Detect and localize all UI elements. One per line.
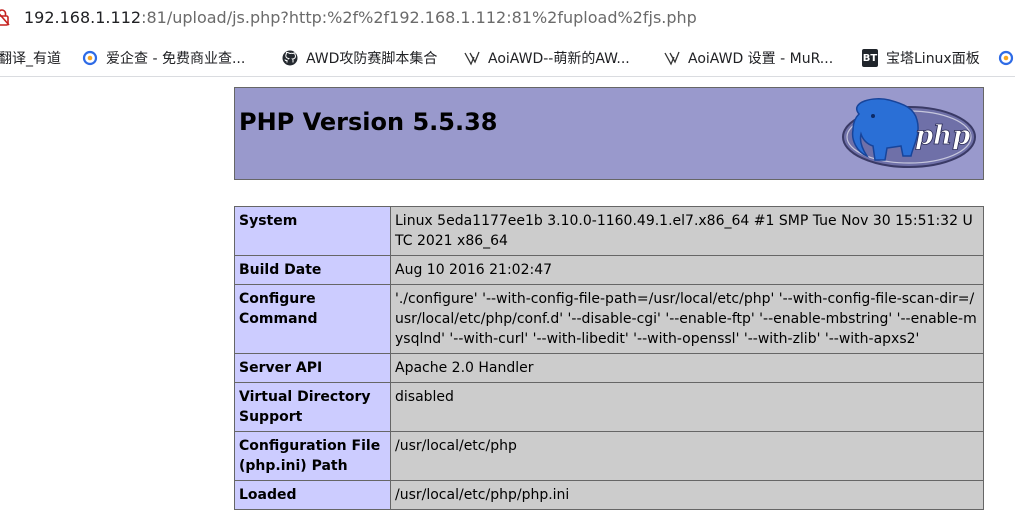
url-host: 192.168.1.112 — [24, 8, 142, 27]
url-path: :81/upload/js.php?http:%2f%2f192.168.1.1… — [141, 8, 697, 27]
bt-icon: BT — [862, 49, 878, 67]
bookmark-awd-scripts[interactable]: AWD攻防赛脚本集合 — [282, 40, 437, 76]
table-row: Virtual Directory Support disabled — [234, 382, 984, 432]
table-row: Configuration File (php.ini) Path /usr/l… — [234, 431, 984, 481]
row-key: Configuration File (php.ini) Path — [234, 431, 391, 481]
aiqicha-icon — [82, 50, 98, 66]
address-bar[interactable]: 192.168.1.112:81/upload/js.php?http:%2f%… — [0, 0, 1015, 36]
row-key: Build Date — [234, 255, 391, 285]
row-value: disabled — [390, 382, 984, 432]
aoiawd-icon — [664, 50, 680, 66]
bookmark-aoiawd-settings[interactable]: AoiAWD 设置 - MuR... — [664, 40, 833, 76]
bookmark-label: 宝塔Linux面板 — [886, 51, 980, 67]
bt-badge: BT — [862, 49, 878, 67]
page-title: PHP Version 5.5.38 — [239, 108, 498, 136]
row-value: Apache 2.0 Handler — [390, 353, 984, 383]
row-key: Server API — [234, 353, 391, 383]
bookmark-aiqicha[interactable]: 爱企查 - 免费商业查... — [82, 40, 245, 76]
bookmark-youdao[interactable]: 翻译_有道 — [0, 40, 61, 76]
bookmark-aoiawd[interactable]: AoiAWD--萌新的AW... — [464, 40, 630, 76]
not-secure-icon[interactable] — [0, 8, 10, 26]
row-value: /usr/local/etc/php — [390, 431, 984, 481]
row-key: Loaded — [234, 480, 391, 510]
bookmarks-bar: 翻译_有道 爱企查 - 免费商业查... AWD攻防赛脚本集合 AoiAWD--… — [0, 40, 1015, 77]
table-row: Loaded /usr/local/etc/php/php.ini — [234, 480, 984, 510]
row-value: /usr/local/etc/php/php.ini — [390, 480, 984, 510]
bookmark-label: 爱企查 - 免费商业查... — [106, 51, 246, 67]
table-row: System Linux 5eda1177ee1b 3.10.0-1160.49… — [234, 206, 984, 256]
row-value: './configure' '--with-config-file-path=/… — [390, 284, 984, 354]
bookmark-label: 翻译_有道 — [0, 51, 61, 67]
row-key: System — [234, 206, 391, 256]
table-row: Configure Command './configure' '--with-… — [234, 284, 984, 354]
table-row: Server API Apache 2.0 Handler — [234, 353, 984, 383]
bookmark-label: AWD攻防赛脚本集合 — [306, 51, 438, 67]
php-logo-text: php — [915, 121, 970, 151]
bookmark-label: AoiAWD 设置 - MuR... — [688, 51, 834, 67]
url-text[interactable]: 192.168.1.112:81/upload/js.php?http:%2f%… — [24, 8, 697, 27]
bookmark-bt-panel[interactable]: BT 宝塔Linux面板 — [862, 40, 980, 76]
phpinfo-table: System Linux 5eda1177ee1b 3.10.0-1160.49… — [234, 206, 984, 510]
row-key: Virtual Directory Support — [234, 382, 391, 432]
aoiawd-icon — [464, 50, 480, 66]
table-row: Build Date Aug 10 2016 21:02:47 — [234, 255, 984, 285]
bookmark-label: AoiAWD--萌新的AW... — [488, 51, 630, 67]
php-elephant-logo-icon[interactable]: php — [829, 94, 979, 176]
row-value: Linux 5eda1177ee1b 3.10.0-1160.49.1.el7.… — [390, 206, 984, 256]
github-icon — [282, 50, 298, 66]
row-key: Configure Command — [234, 284, 391, 354]
phpinfo-header: PHP Version 5.5.38 php — [234, 87, 984, 180]
bookmark-more[interactable] — [998, 40, 1015, 76]
aiqicha-icon — [998, 50, 1014, 66]
row-value: Aug 10 2016 21:02:47 — [390, 255, 984, 285]
